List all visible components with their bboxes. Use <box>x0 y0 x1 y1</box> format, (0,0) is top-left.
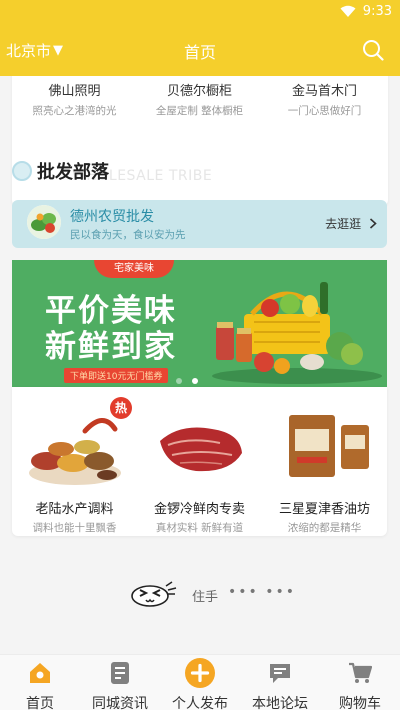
banner-tag: 宅家美味 <box>94 260 174 278</box>
tab-label: 本地论坛 <box>252 696 308 710</box>
product-card[interactable]: 热 老陆水产调料 调料也能十里飘香 <box>12 397 137 536</box>
market-banner[interactable]: 德州农贸批发 民以食为天，食以安为先 去逛逛 <box>12 200 387 248</box>
brand-slogan: 全屋定制 整体橱柜 <box>155 105 244 117</box>
home-feed[interactable]: 佛山照明 照亮心之港湾的光 贝德尔橱柜 全屋定制 整体橱柜 金马首木门 一门心思… <box>0 76 400 654</box>
tab-label: 个人发布 <box>172 696 228 710</box>
dropdown-arrow-icon: ▼ <box>53 43 64 58</box>
vegetables-icon <box>27 205 61 239</box>
news-icon <box>111 662 129 684</box>
bottom-tab-bar: 首页 同城资讯 个人发布 本地论坛 购物车 <box>0 654 400 710</box>
tab-forum[interactable]: 本地论坛 <box>240 655 320 710</box>
product-card[interactable]: 金锣冷鲜肉专卖 真材实料 新鲜有道 <box>137 401 262 536</box>
top-nav-bar: 北京市 ▼ 首页 <box>0 24 400 76</box>
product-name: 老陆水产调料 <box>35 502 114 517</box>
hot-badge: 热 <box>110 397 132 419</box>
banner-coupon-note: 下单即送10元无门槛券 <box>64 368 169 383</box>
carousel-dot-active[interactable] <box>192 378 198 384</box>
meat-image <box>160 427 242 472</box>
tab-publish[interactable]: 个人发布 <box>160 655 240 710</box>
product-subtitle: 调料也能十里飘香 <box>32 522 117 534</box>
tab-label: 购物车 <box>339 696 381 710</box>
status-bar: 9:33 <box>0 0 400 24</box>
market-name: 德州农贸批发 <box>70 209 154 225</box>
brand-item[interactable]: 佛山照明 照亮心之港湾的光 <box>12 80 137 118</box>
chat-icon <box>270 664 290 683</box>
loading-dots: ••• ••• <box>228 584 296 600</box>
brand-slogan: 照亮心之港湾的光 <box>32 105 117 117</box>
brand-name: 佛山照明 <box>48 84 101 99</box>
load-more-indicator: 住手 ••• ••• <box>0 576 400 616</box>
tribe-icon <box>12 161 32 181</box>
product-name: 金锣冷鲜肉专卖 <box>153 502 245 517</box>
market-avatar <box>27 205 61 239</box>
cart-icon <box>349 662 372 683</box>
visit-market-link[interactable]: 去逛逛 <box>325 215 377 232</box>
spices-image <box>29 418 121 485</box>
chevron-right-icon <box>369 218 377 229</box>
grocery-basket-illustration <box>212 282 382 384</box>
brand-name: 金马首木门 <box>291 84 357 99</box>
wifi-icon <box>340 5 356 17</box>
sesame-oil-image <box>289 415 369 477</box>
brand-item[interactable]: 贝德尔橱柜 全屋定制 整体橱柜 <box>137 80 262 118</box>
brand-name: 贝德尔橱柜 <box>166 84 232 99</box>
city-label: 北京市 <box>6 42 52 60</box>
product-subtitle: 浓缩的都是精华 <box>287 522 362 534</box>
section-header-wholesale: WHOLESALE TRIBE 批发部落 <box>12 158 312 186</box>
brand-card: 佛山照明 照亮心之港湾的光 贝德尔橱柜 全屋定制 整体橱柜 金马首木门 一门心思… <box>12 76 388 206</box>
product-name: 三星夏津香油坊 <box>278 502 370 517</box>
brand-slogan: 一门心思做好门 <box>287 105 362 117</box>
product-subtitle: 真材实料 新鲜有道 <box>155 522 244 534</box>
search-icon[interactable] <box>362 39 384 61</box>
status-time: 9:33 <box>362 4 392 19</box>
promo-banner[interactable]: 宅家美味 平价美味 新鲜到家 下单即送10元无门槛券 <box>12 260 387 387</box>
tab-news[interactable]: 同城资讯 <box>80 655 160 710</box>
tab-cart[interactable]: 购物车 <box>320 655 400 710</box>
tab-label: 首页 <box>26 696 54 710</box>
kaomoji-icon <box>131 581 177 607</box>
tab-label: 同城资讯 <box>92 696 148 710</box>
loading-text: 住手 <box>192 590 219 605</box>
city-selector[interactable]: 北京市 ▼ <box>6 40 63 61</box>
product-card[interactable]: 三星夏津香油坊 浓缩的都是精华 <box>262 401 387 536</box>
section-title: 批发部落 <box>37 162 109 183</box>
carousel-dot[interactable] <box>176 378 182 384</box>
product-grid: 热 老陆水产调料 调料也能十里飘香 金锣冷鲜肉专卖 真材实料 新鲜有道 三星夏津… <box>12 387 387 536</box>
plus-icon <box>185 658 215 688</box>
tab-home[interactable]: 首页 <box>0 655 80 710</box>
market-slogan: 民以食为天，食以安为先 <box>70 229 186 241</box>
carousel-indicator[interactable] <box>176 378 198 384</box>
banner-subheadline: 新鲜到家 <box>45 329 177 365</box>
visit-label: 去逛逛 <box>325 217 362 231</box>
home-icon <box>30 663 50 683</box>
brand-item[interactable]: 金马首木门 一门心思做好门 <box>262 80 387 118</box>
